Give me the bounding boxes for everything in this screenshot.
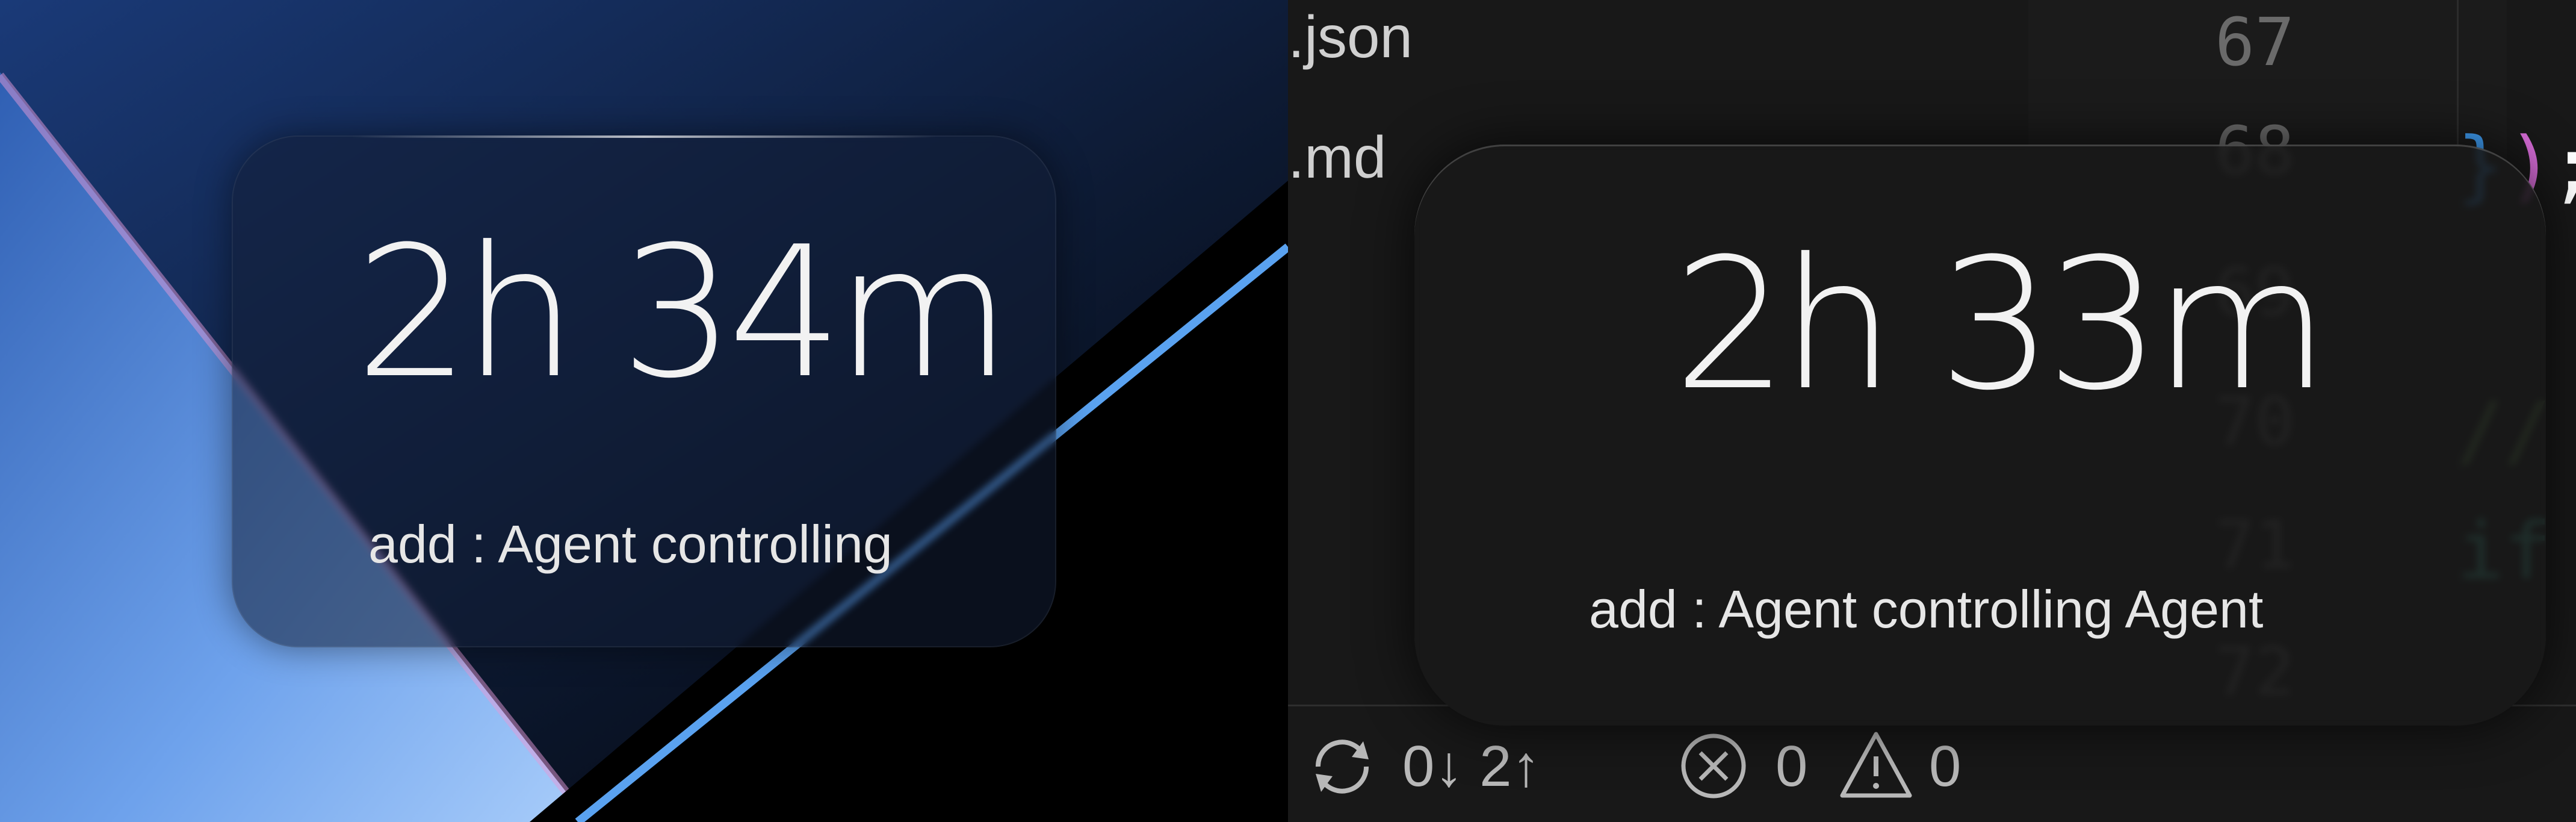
file-name-json[interactable]: .json — [1288, 7, 1413, 66]
elapsed-time: 2h 34m — [355, 208, 1011, 418]
activity-label: add : Agent controlling Agent — [1589, 579, 2264, 639]
sync-icon[interactable] — [1306, 730, 1378, 803]
right-panel: .json .md 67 68 69 70 71 72 } ) ; // if … — [1288, 0, 2576, 822]
sync-counts[interactable]: 0↓ 2↑ — [1402, 738, 1540, 796]
code-semicolon[interactable]: ; — [2549, 126, 2576, 205]
file-name-md[interactable]: .md — [1288, 128, 1386, 187]
warning-count[interactable]: 0 — [1929, 738, 1961, 796]
activity-label: add : Agent controlling — [368, 514, 893, 574]
warning-icon[interactable] — [1839, 729, 1914, 802]
elapsed-time: 2h 33m — [1673, 220, 2329, 430]
left-panel: 2h 34m add : Agent controlling — [0, 0, 1288, 822]
error-count[interactable]: 0 — [1776, 738, 1807, 796]
error-icon[interactable] — [1679, 732, 1748, 801]
line-number: 67 — [2215, 4, 2295, 81]
